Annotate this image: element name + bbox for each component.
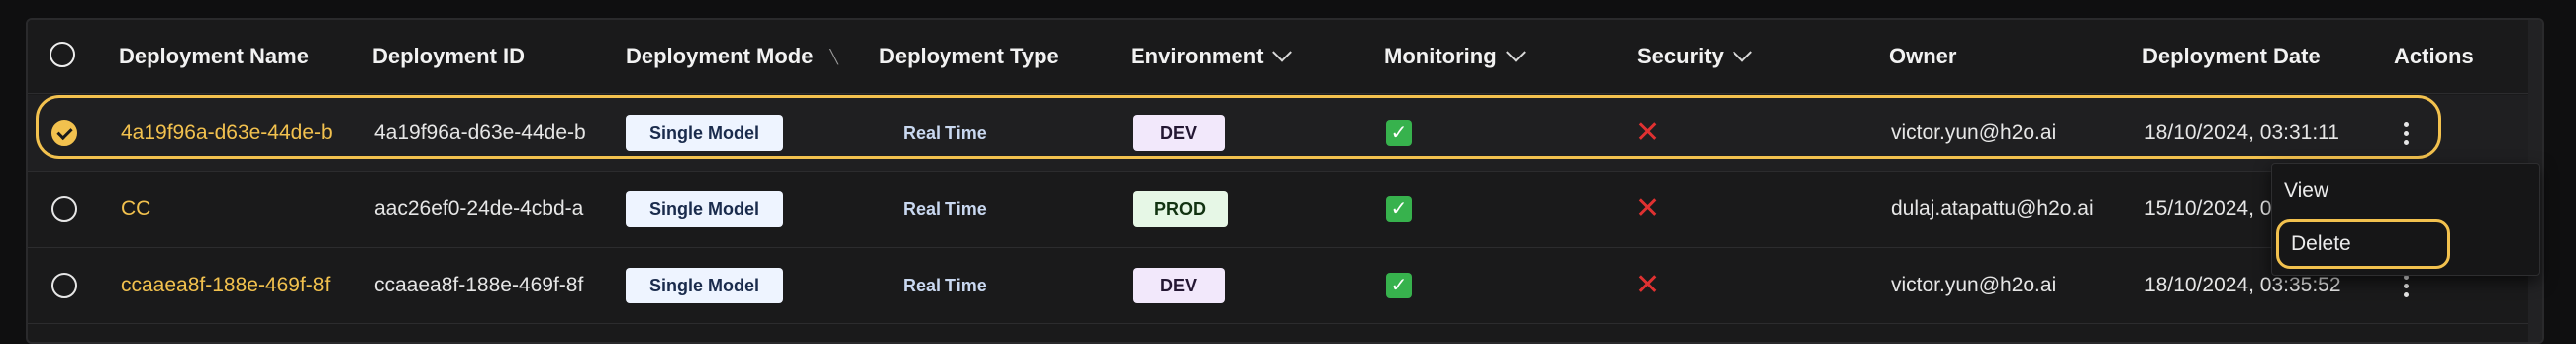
- monitoring-cell: ✓: [1386, 172, 1412, 247]
- type-label: Real Time: [903, 198, 987, 219]
- header-security[interactable]: Security: [1637, 20, 1752, 93]
- deployment-mode-cell: Single Model: [626, 248, 784, 323]
- environment-badge: DEV: [1133, 268, 1226, 303]
- header-deployment-mode[interactable]: Deployment Mode ╲: [626, 20, 838, 93]
- header-label: Deployment Date: [2142, 44, 2321, 68]
- deployment-date: 15/10/2024, 0: [2144, 197, 2272, 220]
- cross-icon: ✕: [1635, 269, 1661, 301]
- header-label: Actions: [2394, 44, 2474, 68]
- header-actions: Actions: [2394, 20, 2474, 93]
- security-cell: ✕: [1635, 172, 1660, 247]
- type-label: Real Time: [903, 122, 987, 143]
- owner-cell: dulaj.atapattu@h2o.ai: [1891, 172, 2094, 247]
- environment-cell: PROD: [1133, 172, 1229, 247]
- deployments-table: Deployment Name Deployment ID Deployment…: [26, 18, 2544, 344]
- security-cell: ✕: [1635, 95, 1660, 171]
- type-label: Real Time: [903, 275, 987, 295]
- deployment-type-cell: Real Time: [903, 172, 987, 247]
- mode-badge: Single Model: [626, 268, 784, 303]
- owner-cell: victor.yun@h2o.ai: [1891, 248, 2056, 323]
- header-deployment-id[interactable]: Deployment ID: [372, 20, 525, 93]
- deployment-type-cell: Real Time: [903, 95, 987, 171]
- header-label: Owner: [1889, 44, 1957, 68]
- select-all-checkbox[interactable]: [50, 42, 75, 67]
- check-icon: ✓: [1386, 196, 1412, 222]
- menu-item-delete[interactable]: Delete: [2276, 219, 2450, 269]
- owner-email: victor.yun@h2o.ai: [1891, 121, 2057, 144]
- header-label: Deployment Type: [879, 44, 1059, 68]
- deployment-id-cell: 4a19f96a-d63e-44de-b: [374, 95, 616, 171]
- owner-email: victor.yun@h2o.ai: [1891, 274, 2057, 296]
- date-cell: 18/10/2024, 03:31:11: [2144, 95, 2372, 171]
- owner-email: dulaj.atapattu@h2o.ai: [1891, 197, 2094, 220]
- environment-badge: PROD: [1133, 191, 1229, 227]
- chevron-down-icon[interactable]: [1272, 42, 1293, 62]
- cross-icon: ✕: [1635, 192, 1661, 225]
- owner-cell: victor.yun@h2o.ai: [1891, 95, 2056, 171]
- deployments-page: Deployment Name Deployment ID Deployment…: [0, 0, 2576, 344]
- header-label: Monitoring: [1384, 44, 1497, 68]
- deployment-id: aac26ef0-24de-4cbd-a: [374, 197, 584, 220]
- check-icon: ✓: [1386, 120, 1412, 146]
- mode-badge: Single Model: [626, 115, 784, 151]
- security-cell: ✕: [1635, 248, 1660, 323]
- monitoring-cell: ✓: [1386, 95, 1412, 171]
- deployment-mode-cell: Single Model: [626, 95, 784, 171]
- row-actions-menu: View Delete: [2271, 163, 2540, 276]
- header-label: Deployment Name: [119, 44, 309, 68]
- chevron-down-icon[interactable]: [1505, 42, 1526, 62]
- header-deployment-type[interactable]: Deployment Type: [879, 20, 1059, 93]
- table-row[interactable]: ccaaea8f-188e-469f-8f ccaaea8f-188e-469f…: [28, 248, 2528, 324]
- environment-cell: DEV: [1133, 248, 1226, 323]
- sort-indicator-icon[interactable]: ╲: [829, 49, 837, 65]
- environment-cell: DEV: [1133, 95, 1226, 171]
- deployment-type-cell: Real Time: [903, 248, 987, 323]
- deployment-date: 18/10/2024, 03:31:11: [2144, 121, 2339, 144]
- deployment-id-cell: ccaaea8f-188e-469f-8f: [374, 248, 616, 323]
- table-row[interactable]: 4a19f96a-d63e-44de-b 4a19f96a-d63e-44de-…: [28, 95, 2528, 172]
- deployment-mode-cell: Single Model: [626, 172, 784, 247]
- environment-badge: DEV: [1133, 115, 1226, 151]
- more-actions-icon[interactable]: [2396, 113, 2416, 153]
- table-row[interactable]: CC aac26ef0-24de-4cbd-a Single Model Rea…: [28, 172, 2528, 248]
- header-label: Deployment ID: [372, 44, 526, 68]
- deployment-name-link[interactable]: CC: [121, 172, 358, 247]
- chevron-down-icon[interactable]: [1732, 42, 1752, 62]
- row-select-radio[interactable]: [51, 273, 77, 298]
- row-select-radio[interactable]: [51, 196, 77, 222]
- header-deployment-name[interactable]: Deployment Name: [119, 20, 309, 93]
- header-deployment-date[interactable]: Deployment Date: [2142, 20, 2321, 93]
- row-select-radio[interactable]: [51, 120, 77, 146]
- mode-badge: Single Model: [626, 191, 784, 227]
- header-monitoring[interactable]: Monitoring: [1384, 20, 1526, 93]
- monitoring-cell: ✓: [1386, 248, 1412, 323]
- cross-icon: ✕: [1635, 116, 1661, 149]
- header-label: Security: [1637, 44, 1724, 68]
- deployment-id: 4a19f96a-d63e-44de-b: [374, 121, 586, 144]
- actions-cell: [2396, 95, 2416, 171]
- deployment-name-link[interactable]: 4a19f96a-d63e-44de-b: [121, 95, 358, 171]
- menu-item-label: Delete: [2291, 232, 2351, 255]
- header-environment[interactable]: Environment: [1131, 20, 1293, 93]
- header-owner[interactable]: Owner: [1889, 20, 1956, 93]
- deployment-name[interactable]: 4a19f96a-d63e-44de-b: [121, 121, 333, 145]
- menu-item-label: View: [2284, 179, 2329, 202]
- header-label: Deployment Mode: [626, 44, 814, 68]
- deployment-id-cell: aac26ef0-24de-4cbd-a: [374, 172, 616, 247]
- deployment-name[interactable]: CC: [121, 197, 150, 221]
- deployment-date: 18/10/2024, 03:35:52: [2144, 274, 2341, 296]
- table-header: Deployment Name Deployment ID Deployment…: [28, 20, 2528, 94]
- deployment-name-link[interactable]: ccaaea8f-188e-469f-8f: [121, 248, 358, 323]
- deployment-name[interactable]: ccaaea8f-188e-469f-8f: [121, 274, 330, 297]
- deployment-id: ccaaea8f-188e-469f-8f: [374, 274, 584, 296]
- check-icon: ✓: [1386, 273, 1412, 298]
- header-label: Environment: [1131, 44, 1264, 68]
- menu-item-view[interactable]: View: [2284, 170, 2328, 213]
